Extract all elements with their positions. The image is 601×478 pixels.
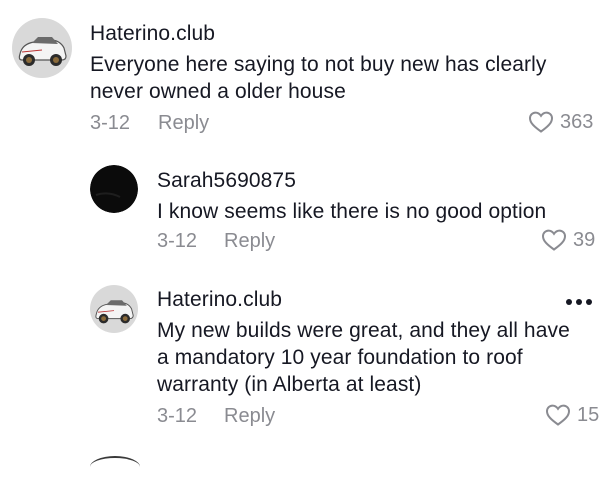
- comment-date: 3-12: [157, 230, 198, 252]
- comment-username[interactable]: Sarah5690875: [157, 169, 296, 193]
- comment-date: 3-12: [90, 112, 131, 134]
- reply-button[interactable]: Reply: [224, 405, 275, 428]
- next-comment-avatar: [90, 456, 140, 478]
- like-button[interactable]: 15: [545, 403, 599, 427]
- like-count: 15: [577, 403, 600, 426]
- reply-button[interactable]: Reply: [224, 230, 275, 253]
- like-count: 363: [560, 110, 594, 133]
- reply-button[interactable]: Reply: [158, 112, 209, 135]
- heart-icon: [528, 111, 554, 133]
- comment-username[interactable]: Haterino.club: [157, 288, 282, 312]
- comment-text: Everyone here saying to not buy new has …: [90, 53, 547, 103]
- comment-text: My new builds were great, and they all h…: [157, 319, 570, 396]
- dark-avatar-icon[interactable]: [90, 165, 138, 213]
- like-button[interactable]: 363: [528, 110, 593, 134]
- heart-icon: [545, 404, 571, 426]
- more-options-icon[interactable]: [566, 299, 592, 305]
- car-avatar-icon[interactable]: [12, 18, 72, 78]
- car-avatar-icon[interactable]: [90, 285, 138, 333]
- comment-date: 3-12: [157, 405, 198, 427]
- comment-text: I know seems like there is no good optio…: [157, 200, 547, 223]
- comment-username[interactable]: Haterino.club: [90, 22, 215, 46]
- like-count: 39: [573, 228, 596, 251]
- like-button[interactable]: 39: [541, 228, 595, 252]
- heart-icon: [541, 229, 567, 251]
